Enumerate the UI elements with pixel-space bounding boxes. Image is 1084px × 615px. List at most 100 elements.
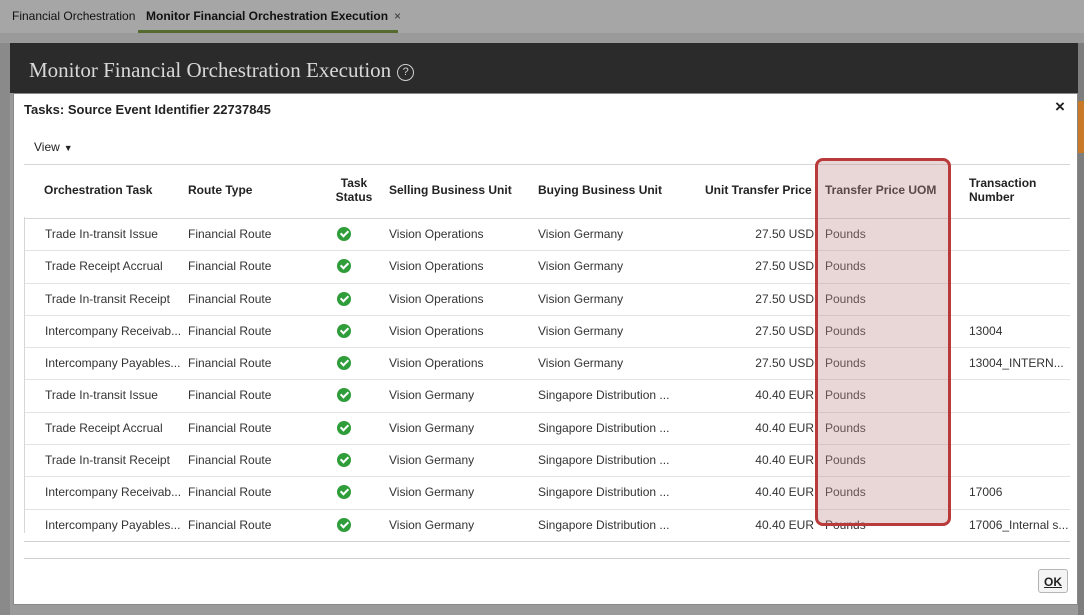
cell-transfer-price-uom: Pounds — [825, 485, 866, 500]
table-row[interactable]: Intercompany Payables... Financial Route V… — [24, 510, 1070, 542]
cell-selling-business-unit: Vision Germany — [389, 517, 475, 532]
cell-route-type: Financial Route — [188, 227, 272, 241]
table-row[interactable]: Trade In-transit Issue Financial Route Vis… — [24, 380, 1070, 413]
column-header-buying-business-unit[interactable]: Buying Business Unit — [538, 183, 662, 197]
column-header-route-type[interactable]: Route Type — [188, 183, 252, 197]
table-row[interactable]: Intercompany Receivab... Financial Route V… — [24, 477, 1070, 510]
cell-buying-business-unit: Vision Germany — [538, 227, 624, 241]
cell-unit-transfer-price: 40.40 EUR — [755, 420, 814, 435]
cell-buying-business-unit: Singapore Distribution ... — [538, 485, 670, 500]
column-header-unit-transfer-price[interactable]: Unit Transfer Price — [705, 183, 812, 197]
cell-transfer-price-uom: Pounds — [825, 388, 866, 403]
cell-transfer-price-uom: Pounds — [825, 517, 866, 532]
cell-buying-business-unit: Singapore Distribution ... — [538, 388, 670, 403]
tasks-dialog: Tasks: Source Event Identifier 22737845 … — [13, 93, 1078, 605]
table-row[interactable]: Trade In-transit Issue Financial Route Vis… — [24, 219, 1070, 252]
check-circle-icon — [337, 517, 351, 532]
cell-selling-business-unit: Vision Germany — [389, 485, 475, 500]
cell-unit-transfer-price: 40.40 EUR — [755, 517, 814, 532]
tab-bar: Financial Orchestration Monitor Financia… — [0, 0, 1084, 33]
cell-unit-transfer-price: 27.50 USD — [755, 323, 814, 338]
cell-orchestration-task: Trade In-transit Receipt — [45, 291, 170, 306]
check-circle-icon — [337, 356, 351, 371]
cell-transfer-price-uom: Pounds — [825, 323, 866, 338]
cell-transfer-price-uom: Pounds — [825, 291, 866, 306]
ok-button[interactable]: OK — [1038, 569, 1068, 593]
help-icon[interactable]: ? — [397, 64, 415, 81]
table-header: Orchestration Task Route Type Task Statu… — [24, 164, 1070, 219]
cell-selling-business-unit: Vision Germany — [389, 388, 475, 403]
background-accent — [1078, 101, 1084, 153]
cell-buying-business-unit: Singapore Distribution ... — [538, 453, 670, 468]
cell-orchestration-task: Intercompany Receivab... — [45, 485, 182, 500]
cell-route-type: Financial Route — [188, 453, 272, 468]
table-row[interactable]: Trade Receipt Accrual Financial Route Visi… — [24, 413, 1070, 446]
column-header-selling-business-unit[interactable]: Selling Business Unit — [389, 183, 512, 197]
table-row[interactable]: Intercompany Receivab... Financial Route V… — [24, 316, 1070, 349]
page-title-text: Monitor Financial Orchestration Executio… — [29, 58, 392, 82]
cell-route-type: Financial Route — [188, 485, 272, 500]
check-circle-icon — [337, 323, 351, 338]
dialog-title: Tasks: Source Event Identifier 22737845 — [24, 102, 271, 117]
check-circle-icon — [337, 388, 351, 403]
close-icon[interactable]: × — [1051, 98, 1069, 116]
tasks-table: Orchestration Task Route Type Task Statu… — [24, 164, 1070, 542]
cell-selling-business-unit: Vision Germany — [389, 420, 475, 435]
cell-buying-business-unit: Singapore Distribution ... — [538, 517, 670, 532]
cell-orchestration-task: Trade Receipt Accrual — [45, 259, 163, 274]
cell-transfer-price-uom: Pounds — [825, 227, 866, 241]
cell-route-type: Financial Route — [188, 517, 272, 532]
cell-orchestration-task: Intercompany Receivab... — [45, 323, 182, 338]
cell-selling-business-unit: Vision Operations — [389, 356, 484, 371]
cell-route-type: Financial Route — [188, 323, 272, 338]
table-row[interactable]: Intercompany Payables... Financial Route V… — [24, 348, 1070, 381]
column-header-orchestration-task[interactable]: Orchestration Task — [44, 183, 152, 197]
cell-transaction-number: 13004 — [969, 323, 1003, 338]
cell-transfer-price-uom: Pounds — [825, 356, 866, 371]
cell-transaction-number: 13004_INTERN... — [969, 356, 1064, 371]
cell-orchestration-task: Trade Receipt Accrual — [45, 420, 163, 435]
tab-monitor-execution[interactable]: Monitor Financial Orchestration Executio… — [146, 9, 401, 23]
cell-selling-business-unit: Vision Operations — [389, 227, 484, 241]
page-header: Monitor Financial Orchestration Executio… — [10, 43, 1078, 93]
cell-transaction-number: 17006 — [969, 485, 1003, 500]
check-circle-icon — [337, 485, 351, 500]
table-left-border — [24, 217, 25, 533]
cell-route-type: Financial Route — [188, 259, 272, 274]
cell-route-type: Financial Route — [188, 291, 272, 306]
background-strip — [0, 33, 1084, 43]
column-header-task-status[interactable]: Task Status — [332, 176, 376, 204]
cell-unit-transfer-price: 27.50 USD — [755, 356, 814, 371]
cell-route-type: Financial Route — [188, 420, 272, 435]
tab-close-icon[interactable]: × — [394, 9, 401, 23]
table-row[interactable]: Trade In-transit Receipt Financial Route V… — [24, 284, 1070, 316]
cell-orchestration-task: Intercompany Payables... — [45, 356, 181, 371]
cell-orchestration-task: Intercompany Payables... — [45, 517, 181, 532]
background-left — [0, 43, 10, 615]
column-header-transaction-number[interactable]: Transaction Number — [969, 176, 1059, 204]
check-circle-icon — [337, 259, 351, 274]
cell-unit-transfer-price: 27.50 USD — [755, 259, 814, 274]
cell-route-type: Financial Route — [188, 356, 272, 371]
check-circle-icon — [337, 420, 351, 435]
check-circle-icon — [337, 227, 351, 241]
cell-transfer-price-uom: Pounds — [825, 420, 866, 435]
dialog-footer-divider — [24, 558, 1070, 559]
cell-orchestration-task: Trade In-transit Receipt — [45, 453, 170, 468]
cell-unit-transfer-price: 27.50 USD — [755, 291, 814, 306]
cell-buying-business-unit: Vision Germany — [538, 259, 624, 274]
cell-unit-transfer-price: 40.40 EUR — [755, 485, 814, 500]
check-circle-icon — [337, 291, 351, 306]
tab-financial-orchestration[interactable]: Financial Orchestration — [12, 9, 135, 23]
cell-unit-transfer-price: 40.40 EUR — [755, 388, 814, 403]
table-row[interactable]: Trade Receipt Accrual Financial Route Visi… — [24, 251, 1070, 284]
column-header-transfer-price-uom[interactable]: Transfer Price UOM — [825, 183, 936, 197]
cell-selling-business-unit: Vision Operations — [389, 259, 484, 274]
cell-unit-transfer-price: 27.50 USD — [755, 227, 814, 241]
view-menu[interactable]: View ▼ — [34, 140, 73, 154]
cell-route-type: Financial Route — [188, 388, 272, 403]
table-row[interactable]: Trade In-transit Receipt Financial Route V… — [24, 445, 1070, 478]
cell-orchestration-task: Trade In-transit Issue — [45, 227, 158, 241]
view-menu-label: View — [34, 140, 60, 154]
page-title: Monitor Financial Orchestration Executio… — [29, 58, 415, 83]
